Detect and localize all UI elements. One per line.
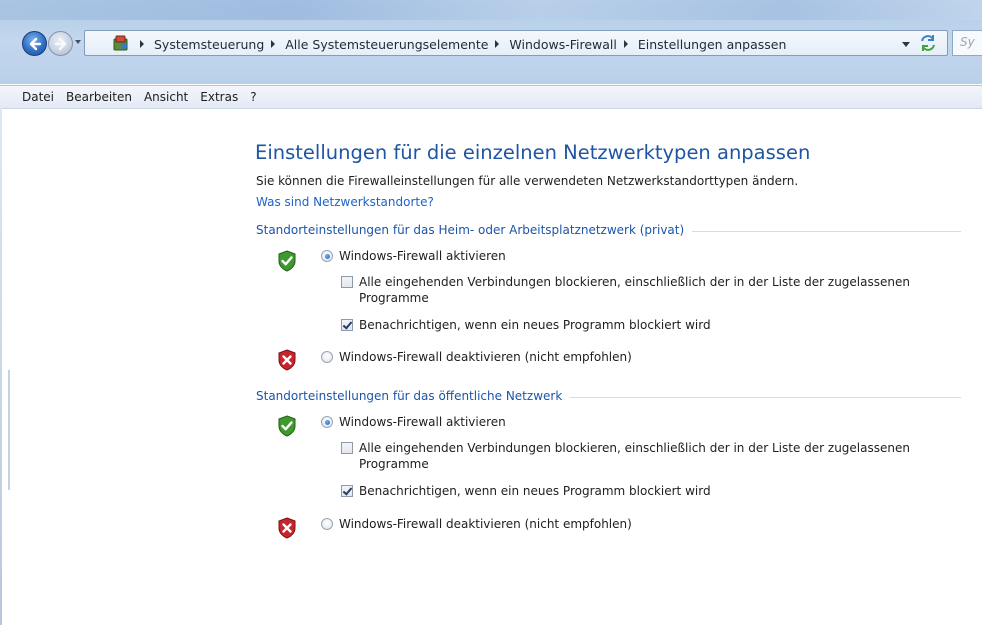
page-description: Sie können die Firewalleinstellungen für…	[256, 174, 799, 188]
menu-bearbeiten[interactable]: Bearbeiten	[60, 87, 138, 107]
search-placeholder: Sy	[960, 35, 975, 49]
block-all-public-label[interactable]: Alle eingehenden Verbindungen blockieren…	[359, 440, 979, 472]
group-header-divider	[570, 396, 961, 398]
red-shield-x-icon	[278, 517, 296, 539]
radio-enable-firewall-private[interactable]	[321, 250, 333, 262]
breadcrumb-item-alle-elemente[interactable]: Alle Systemsteuerungselemente	[284, 37, 489, 52]
group-header-public-label: Standorteinstellungen für das öffentlich…	[256, 389, 563, 403]
menu-ansicht[interactable]: Ansicht	[138, 87, 194, 107]
group-header-divider	[692, 230, 961, 232]
checkbox-block-all-private[interactable]	[341, 276, 353, 288]
search-input[interactable]: Sy	[952, 30, 982, 56]
network-locations-help-link[interactable]: Was sind Netzwerkstandorte?	[256, 195, 434, 209]
green-shield-check-icon	[278, 250, 296, 272]
refresh-icon[interactable]	[918, 33, 938, 53]
checkbox-notify-public[interactable]	[341, 485, 353, 497]
checkbox-notify-private[interactable]	[341, 319, 353, 331]
notify-public-label[interactable]: Benachrichtigen, wenn ein neues Programm…	[359, 483, 711, 499]
recent-pages-dropdown-icon[interactable]	[75, 40, 81, 44]
breadcrumb: Systemsteuerung Alle Systemsteuerungsele…	[134, 35, 787, 53]
menu-extras[interactable]: Extras	[194, 87, 244, 107]
address-bar-area: Systemsteuerung Alle Systemsteuerungsele…	[0, 0, 982, 84]
page-title: Einstellungen für die einzelnen Netzwerk…	[255, 141, 811, 164]
menu-bar: Datei Bearbeiten Ansicht Extras ?	[0, 85, 982, 109]
breadcrumb-item-systemsteuerung[interactable]: Systemsteuerung	[153, 37, 265, 52]
radio-disable-firewall-private[interactable]	[321, 351, 333, 363]
checkbox-block-all-public[interactable]	[341, 442, 353, 454]
breadcrumb-separator-icon[interactable]	[140, 40, 144, 48]
window-title-strip	[0, 0, 982, 20]
enable-firewall-public-label[interactable]: Windows-Firewall aktivieren	[339, 414, 506, 430]
forward-arrow-icon	[54, 37, 67, 51]
breadcrumb-item-einstellungen[interactable]: Einstellungen anpassen	[637, 37, 788, 52]
menu-datei[interactable]: Datei	[16, 87, 60, 107]
red-shield-x-icon	[278, 349, 296, 371]
breadcrumb-item-windows-firewall[interactable]: Windows-Firewall	[508, 37, 617, 52]
breadcrumb-separator-icon[interactable]	[271, 40, 276, 48]
disable-firewall-private-label[interactable]: Windows-Firewall deaktivieren (nicht emp…	[339, 349, 632, 365]
group-header-private-label: Standorteinstellungen für das Heim- oder…	[256, 223, 685, 237]
address-history-dropdown-icon[interactable]	[902, 42, 910, 47]
group-header-private: Standorteinstellungen für das Heim- oder…	[256, 222, 961, 238]
notify-private-label[interactable]: Benachrichtigen, wenn ein neues Programm…	[359, 317, 711, 333]
enable-firewall-private-label[interactable]: Windows-Firewall aktivieren	[339, 248, 506, 264]
back-arrow-icon	[29, 37, 42, 51]
main-content: Einstellungen für die einzelnen Netzwerk…	[0, 108, 982, 625]
breadcrumb-separator-icon[interactable]	[495, 40, 500, 48]
disable-firewall-public-label[interactable]: Windows-Firewall deaktivieren (nicht emp…	[339, 516, 632, 532]
green-shield-check-icon	[278, 415, 296, 437]
group-header-public: Standorteinstellungen für das öffentlich…	[256, 388, 961, 404]
radio-enable-firewall-public[interactable]	[321, 416, 333, 428]
control-panel-icon	[113, 35, 128, 51]
forward-button[interactable]	[48, 31, 73, 56]
block-all-private-label[interactable]: Alle eingehenden Verbindungen blockieren…	[359, 274, 979, 306]
radio-disable-firewall-public[interactable]	[321, 518, 333, 530]
back-button[interactable]	[22, 31, 47, 56]
breadcrumb-separator-icon[interactable]	[623, 40, 628, 48]
menu-hilfe[interactable]: ?	[244, 87, 262, 107]
